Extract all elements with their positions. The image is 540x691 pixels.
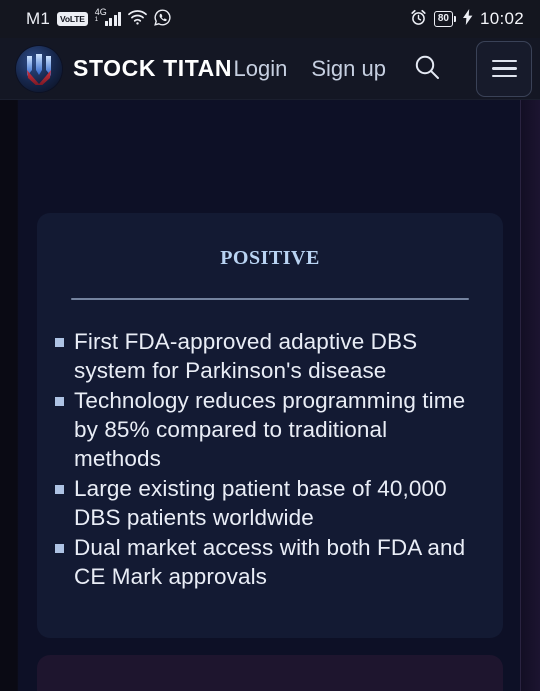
wifi-icon (128, 9, 148, 29)
negative-card: Negative None. (37, 655, 503, 691)
network-type-label: 4G (94, 7, 107, 17)
carrier-label: M1 (26, 9, 51, 28)
content-container: Positive First FDA-approved adaptive DBS… (20, 100, 520, 691)
header-nav: Login Sign up (234, 40, 532, 97)
positive-card-title: Positive (220, 239, 320, 271)
search-icon (412, 52, 442, 85)
list-item: Technology reduces programming time by 8… (46, 386, 469, 473)
battery-indicator: 80 (433, 11, 456, 27)
signal-strength-icon: 4G 1 (94, 8, 122, 26)
whatsapp-icon (154, 8, 171, 30)
volte-badge: VoLTE (57, 12, 88, 26)
stock-titan-logo-icon[interactable] (16, 45, 62, 92)
list-item: First FDA-approved adaptive DBS system f… (46, 327, 469, 385)
positive-bullet-list: First FDA-approved adaptive DBS system f… (46, 327, 469, 591)
status-bar: M1 VoLTE 4G 1 80 10:02 (0, 0, 540, 38)
site-header: STOCK TITAN Login Sign up (0, 38, 540, 100)
positive-card: Positive First FDA-approved adaptive DBS… (37, 213, 503, 638)
negative-card-title: Negative (37, 655, 503, 691)
alarm-clock-icon (410, 9, 427, 30)
signal-bars-icon (104, 12, 122, 26)
app-screen: M1 VoLTE 4G 1 80 10:02 STOCK TITAN Login… (0, 0, 540, 691)
network-sub-label: 1 (94, 17, 99, 23)
hamburger-menu-icon (491, 67, 517, 70)
signup-link[interactable]: Sign up (311, 56, 386, 82)
status-bar-left: M1 VoLTE 4G 1 (26, 8, 171, 30)
hamburger-menu-icon (491, 74, 517, 78)
status-bar-right: 80 10:02 (410, 9, 524, 30)
list-item: Large existing patient base of 40,000 DB… (46, 474, 469, 532)
battery-tip (453, 16, 456, 22)
positive-card-divider (71, 298, 469, 300)
login-link[interactable]: Login (234, 56, 288, 82)
search-button[interactable] (410, 52, 444, 86)
brand-title: STOCK TITAN (73, 55, 233, 81)
hamburger-menu-button[interactable] (476, 40, 532, 97)
charging-bolt-icon (462, 9, 473, 29)
list-item: Dual market access with both FDA and CE … (46, 533, 469, 591)
page-body: Positive First FDA-approved adaptive DBS… (0, 100, 540, 691)
battery-level-label: 80 (433, 11, 453, 27)
clock-label: 10:02 (479, 9, 524, 28)
hamburger-menu-icon (491, 59, 517, 63)
